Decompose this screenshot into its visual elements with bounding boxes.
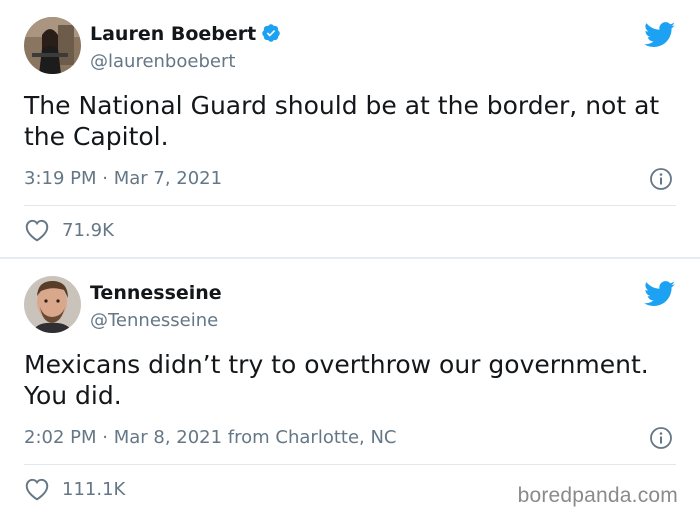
divider xyxy=(24,464,676,465)
like-count: 111.1K xyxy=(62,478,126,500)
like-count: 71.9K xyxy=(62,219,114,241)
watermark: boredpanda.com xyxy=(517,484,678,507)
display-name[interactable]: Tennesseine xyxy=(90,281,222,305)
tweet-card: Lauren Boebert @laurenboebert The Nation… xyxy=(0,0,700,257)
info-icon[interactable] xyxy=(649,167,673,191)
avatar[interactable] xyxy=(24,276,81,333)
verified-badge-icon xyxy=(262,24,280,42)
tweet-text: The National Guard should be at the bord… xyxy=(24,91,660,151)
heart-icon xyxy=(25,478,49,501)
timestamp[interactable]: 3:19 PM · Mar 7, 2021 xyxy=(24,168,222,190)
like-button[interactable]: 71.9K xyxy=(24,218,114,242)
display-name[interactable]: Lauren Boebert xyxy=(90,22,281,46)
divider xyxy=(24,205,676,206)
tweet-card: Tennesseine @Tennesseine Mexicans didn’t… xyxy=(0,257,700,517)
timestamp[interactable]: 2:02 PM · Mar 8, 2021 from Charlotte, NC xyxy=(24,427,397,449)
handle[interactable]: @Tennesseine xyxy=(90,309,218,333)
tweet-text: Mexicans didn’t try to overthrow our gov… xyxy=(24,350,649,410)
handle[interactable]: @laurenboebert xyxy=(90,50,235,74)
twitter-bird-icon[interactable] xyxy=(644,22,676,48)
like-button[interactable]: 111.1K xyxy=(24,477,125,501)
avatar[interactable] xyxy=(24,17,81,74)
twitter-bird-icon[interactable] xyxy=(644,281,676,307)
heart-icon xyxy=(25,219,49,242)
info-icon[interactable] xyxy=(649,426,673,450)
